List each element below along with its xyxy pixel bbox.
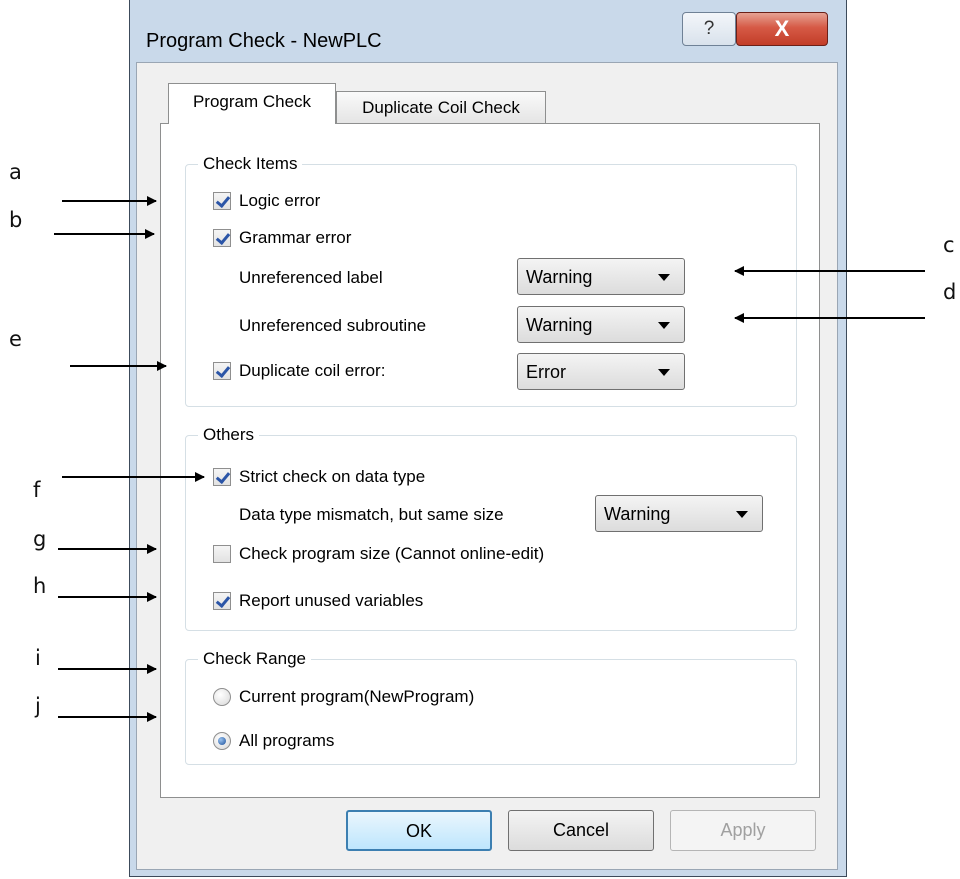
tab-program-check[interactable]: Program Check (168, 83, 336, 124)
current-program-label[interactable]: Current program(NewProgram) (239, 687, 474, 707)
duplicate-coil-select[interactable]: Error (517, 353, 685, 390)
annotation-e: e (9, 327, 22, 351)
grammar-error-checkbox[interactable] (213, 229, 231, 247)
chevron-down-icon (658, 274, 670, 281)
annotation-i: i (35, 646, 41, 670)
annotation-c: c (943, 233, 955, 257)
unreferenced-label-select[interactable]: Warning (517, 258, 685, 295)
duplicate-coil-value: Error (526, 362, 566, 382)
program-size-checkbox[interactable] (213, 545, 231, 563)
annotation-h: h (33, 574, 47, 598)
ok-button[interactable]: OK (346, 810, 492, 851)
apply-button[interactable]: Apply (670, 810, 816, 851)
mismatch-label: Data type mismatch, but same size (239, 505, 504, 524)
unreferenced-subroutine-select[interactable]: Warning (517, 306, 685, 343)
cancel-button[interactable]: Cancel (508, 810, 654, 851)
grammar-error-label[interactable]: Grammar error (239, 228, 351, 248)
help-button[interactable]: ? (682, 12, 736, 46)
help-icon: ? (703, 18, 715, 39)
logic-error-checkbox[interactable] (213, 192, 231, 210)
duplicate-coil-label[interactable]: Duplicate coil error: (239, 361, 385, 381)
unreferenced-subroutine-value: Warning (526, 315, 593, 335)
strict-check-checkbox[interactable] (213, 468, 231, 486)
annotation-a: a (9, 160, 22, 184)
check-range-title: Check Range (198, 649, 312, 669)
unreferenced-subroutine-label: Unreferenced subroutine (239, 316, 427, 335)
duplicate-coil-checkbox[interactable] (213, 362, 231, 380)
current-program-radio[interactable] (213, 688, 231, 706)
chevron-down-icon (658, 322, 670, 329)
close-button[interactable]: X (736, 12, 828, 46)
tab-panel-program-check: Check Items Logic error Grammar error Un… (160, 123, 820, 798)
strict-check-label[interactable]: Strict check on data type (239, 467, 425, 487)
annotation-b: b (9, 208, 23, 232)
tab-duplicate-coil-check[interactable]: Duplicate Coil Check (336, 91, 546, 124)
annotation-j: j (35, 694, 41, 718)
annotation-d: d (943, 280, 957, 304)
logic-error-label[interactable]: Logic error (239, 191, 320, 211)
annotation-f: f (33, 478, 41, 502)
unreferenced-label-value: Warning (526, 267, 593, 287)
all-programs-radio[interactable] (213, 732, 231, 750)
program-check-dialog: Program Check - NewPLC ? X Program Check… (129, 0, 847, 877)
unreferenced-label-label: Unreferenced label (239, 268, 383, 287)
close-icon: X (774, 16, 790, 41)
mismatch-select[interactable]: Warning (595, 495, 763, 532)
unused-variables-checkbox[interactable] (213, 592, 231, 610)
chevron-down-icon (658, 369, 670, 376)
mismatch-value: Warning (604, 504, 671, 524)
dialog-client-area: Program Check Duplicate Coil Check Check… (136, 62, 838, 870)
program-size-label[interactable]: Check program size (Cannot online-edit) (239, 544, 544, 564)
annotation-g: g (33, 527, 47, 551)
check-items-title: Check Items (198, 154, 303, 174)
unused-variables-label[interactable]: Report unused variables (239, 591, 423, 611)
title-bar[interactable]: Program Check - NewPLC ? X (130, 0, 846, 62)
others-title: Others (198, 425, 260, 445)
window-title: Program Check - NewPLC (146, 30, 382, 52)
all-programs-label[interactable]: All programs (239, 731, 334, 751)
chevron-down-icon (736, 511, 748, 518)
